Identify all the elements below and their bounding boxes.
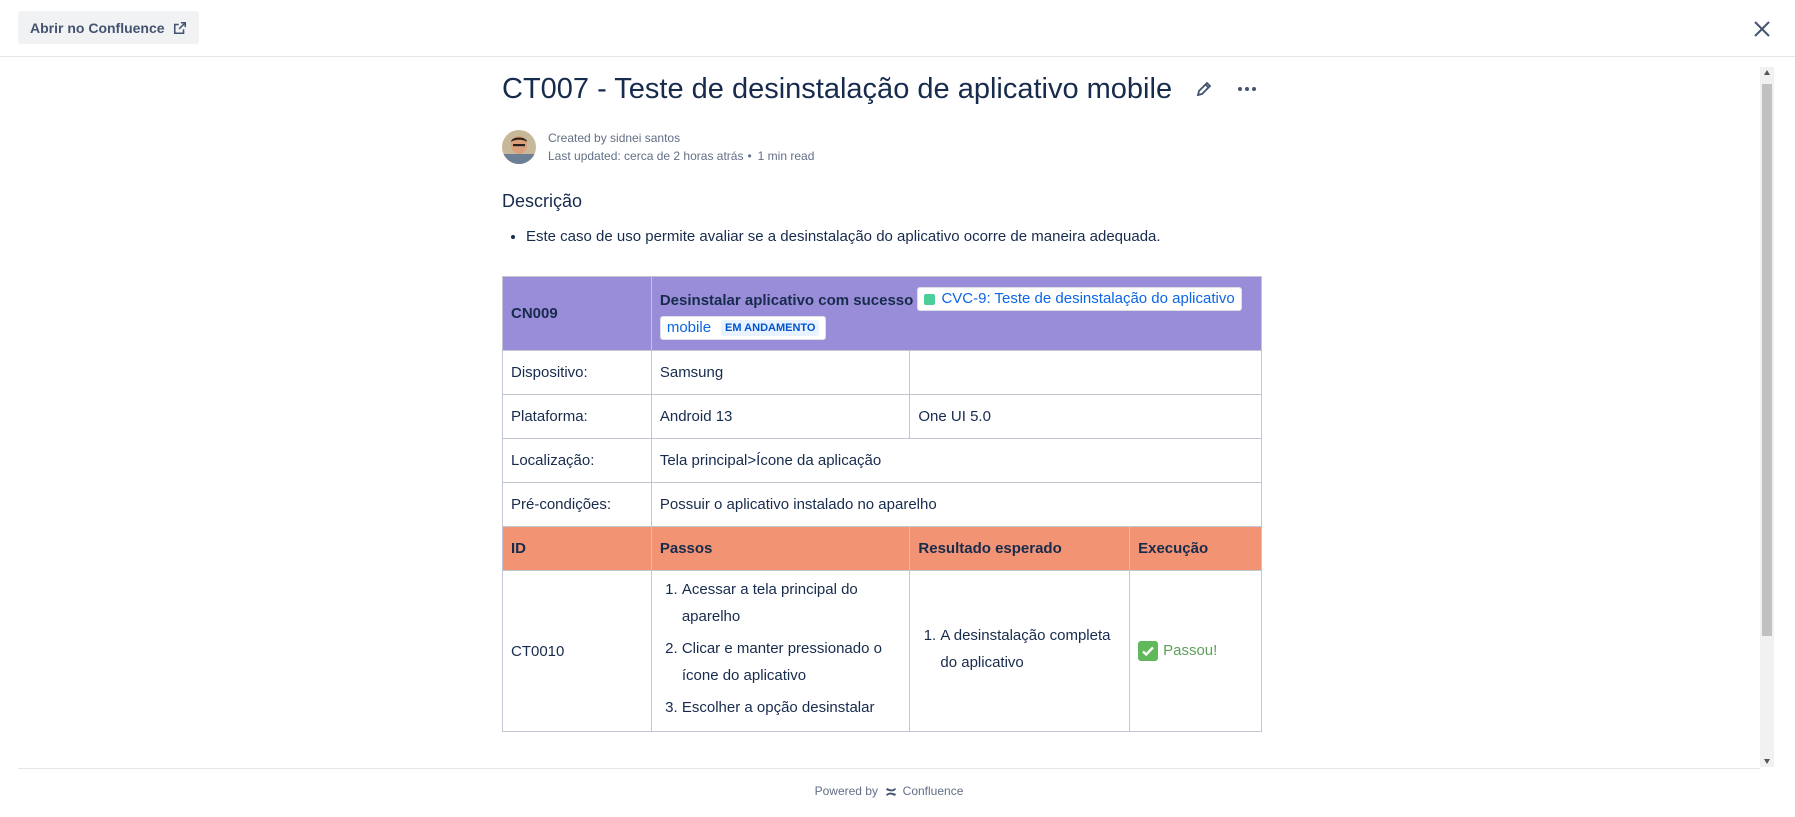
- test-case-table: CN009 Desinstalar aplicativo com sucesso…: [502, 276, 1263, 732]
- row-label: Localização:: [502, 438, 652, 483]
- created-by: Created by sidnei santos: [548, 131, 681, 145]
- execution-status: Passou!: [1138, 640, 1218, 661]
- row-label: Plataforma:: [502, 394, 652, 439]
- row-label: Pré-condições:: [502, 482, 652, 527]
- execution-label: Passou!: [1163, 642, 1218, 659]
- row-value: Tela principal>Ícone da aplicação: [650, 438, 1263, 483]
- list-item: Acessar a tela principal do aparelho: [682, 576, 902, 630]
- open-in-confluence-label: Abrir no Confluence: [30, 19, 165, 36]
- footer: Powered by Confluence: [18, 768, 1760, 817]
- scroll-up-icon[interactable]: [1764, 70, 1770, 75]
- list-item: Clicar e manter pressionado o ícone do a…: [682, 635, 902, 689]
- separator-dot: •: [747, 149, 752, 163]
- test-id: CT0010: [502, 570, 652, 732]
- confluence-logo-icon: [886, 787, 897, 796]
- powered-by: Powered by Confluence: [18, 784, 1760, 798]
- status-badge: EM ANDAMENTO: [721, 319, 820, 336]
- more-actions-icon[interactable]: [1236, 79, 1258, 99]
- column-header-expected: Resultado esperado: [909, 526, 1131, 571]
- list-item: A desinstalação completa do aplicativo: [940, 622, 1121, 676]
- description-list: Este caso de uso permite avaliar se a de…: [502, 226, 1161, 248]
- scroll-down-icon[interactable]: [1764, 759, 1770, 764]
- table-row: Localização: Tela principal>Ícone da apl…: [502, 438, 1263, 483]
- row-value: Android 13: [650, 394, 911, 439]
- avatar: [502, 130, 536, 164]
- row-extra: [909, 350, 1262, 395]
- close-icon[interactable]: [1750, 17, 1774, 41]
- expected-list: A desinstalação completa do aplicativo: [918, 622, 1121, 676]
- table-row: CN009 Desinstalar aplicativo com sucesso…: [502, 276, 1263, 351]
- execution-cell: Passou!: [1129, 570, 1262, 732]
- description-heading: Descrição: [502, 191, 583, 211]
- table-row: Plataforma: Android 13 One UI 5.0: [502, 394, 1262, 439]
- jira-issue-link[interactable]: CVC-9: Teste de desinstalação do aplicat…: [917, 287, 1242, 311]
- table-header-row: ID Passos Resultado esperado Execução: [502, 526, 1262, 571]
- column-header-id: ID: [502, 526, 652, 571]
- steps-cell: Acessar a tela principal do aparelho Cli…: [650, 570, 911, 732]
- row-value: Samsung: [650, 350, 911, 395]
- expected-cell: A desinstalação completa do aplicativo: [909, 570, 1131, 732]
- story-icon: [924, 293, 936, 305]
- read-time: 1 min read: [757, 149, 815, 163]
- scrollbar-thumb[interactable]: [1762, 84, 1772, 636]
- table-row: Pré-condições: Possuir o aplicativo inst…: [502, 482, 1263, 527]
- scenario-title-cell: Desinstalar aplicativo com sucesso CVC-9…: [650, 276, 1263, 351]
- row-extra: One UI 5.0: [909, 394, 1262, 439]
- page-metadata: Created by sidnei santos Last updated: c…: [548, 129, 814, 165]
- column-header-execution: Execução: [1129, 526, 1262, 571]
- table-row: Dispositivo: Samsung: [502, 350, 1262, 395]
- external-link-icon: [173, 21, 186, 34]
- steps-list: Acessar a tela principal do aparelho Cli…: [660, 576, 902, 721]
- powered-by-label: Powered by: [814, 784, 878, 798]
- row-value: Possuir o aplicativo instalado no aparel…: [650, 482, 1263, 527]
- list-item: Este caso de uso permite avaliar se a de…: [526, 226, 1161, 248]
- confluence-brand[interactable]: Confluence: [903, 784, 964, 798]
- column-header-steps: Passos: [650, 526, 911, 571]
- row-label: Dispositivo:: [502, 350, 652, 395]
- scenario-id: CN009: [502, 276, 652, 351]
- table-row: CT0010 Acessar a tela principal do apare…: [502, 570, 1262, 732]
- jira-issue-link-continued[interactable]: mobile EM ANDAMENTO: [659, 315, 827, 340]
- vertical-scrollbar[interactable]: [1760, 67, 1774, 767]
- check-mark-icon: [1138, 640, 1159, 661]
- jira-issue-title-end: mobile: [666, 318, 712, 336]
- last-updated: Last updated: cerca de 2 horas atrás: [548, 149, 744, 163]
- top-bar: Abrir no Confluence: [0, 0, 1795, 57]
- edit-pencil-icon[interactable]: [1194, 79, 1214, 99]
- open-in-confluence-button[interactable]: Abrir no Confluence: [18, 11, 199, 44]
- list-item: Escolher a opção desinstalar: [682, 694, 902, 721]
- scenario-title: Desinstalar aplicativo com sucesso: [659, 291, 914, 309]
- jira-issue-title: CVC-9: Teste de desinstalação do aplicat…: [941, 290, 1235, 307]
- page-title: CT007 - Teste de desinstalação de aplica…: [502, 73, 1173, 105]
